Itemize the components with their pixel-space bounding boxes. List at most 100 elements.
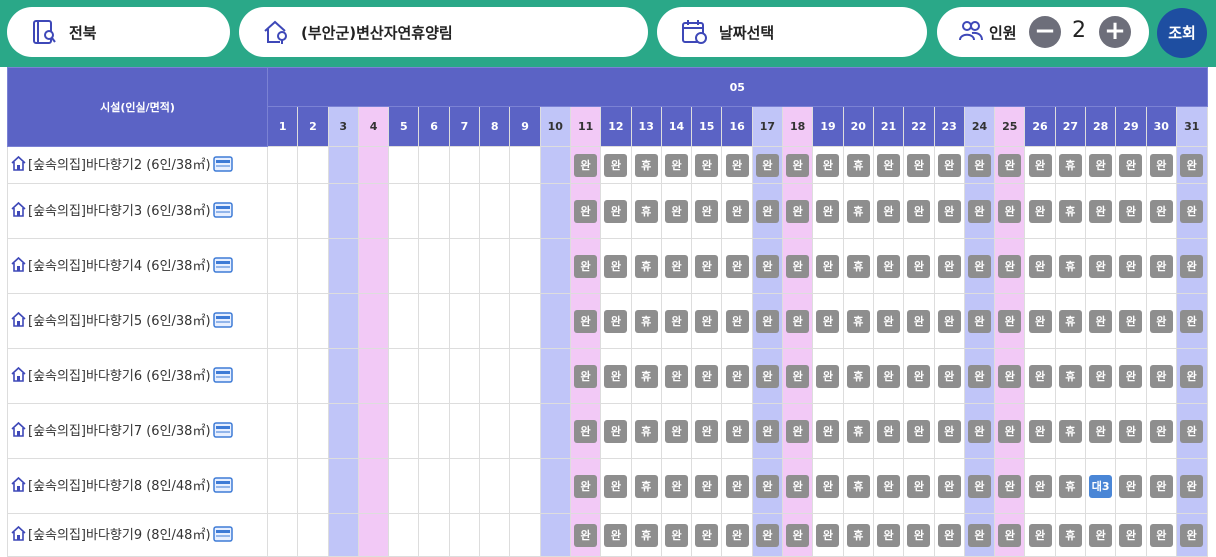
facility-name[interactable]: [숲속의집]바다향기7 (6인/38㎡) bbox=[28, 424, 211, 439]
day-cell bbox=[448, 146, 481, 184]
people-count: 2 bbox=[1072, 18, 1086, 43]
facility-name-cell: [숲속의집]바다향기7 (6인/38㎡) bbox=[7, 403, 268, 459]
status-badge: 완 bbox=[695, 153, 719, 177]
status-badge: 완 bbox=[967, 419, 991, 443]
day-cell bbox=[479, 513, 511, 557]
status-badge: 완 bbox=[998, 419, 1022, 443]
region-select[interactable]: 전북 bbox=[7, 7, 230, 57]
day-cell bbox=[479, 146, 511, 184]
day-cell: 완 bbox=[569, 183, 602, 239]
day-cell: 대3 bbox=[1085, 458, 1117, 514]
status-badge: 완 bbox=[695, 419, 719, 443]
monitor-icon[interactable] bbox=[212, 366, 233, 387]
monitor-icon[interactable] bbox=[212, 155, 233, 176]
day-cell bbox=[357, 183, 390, 239]
status-badge: 완 bbox=[1119, 419, 1143, 443]
status-badge: 완 bbox=[907, 153, 931, 177]
day-header: 4 bbox=[357, 106, 390, 147]
status-badge: 휴 bbox=[846, 199, 870, 223]
status-badge: 완 bbox=[1119, 254, 1143, 278]
day-cell bbox=[539, 146, 571, 184]
facility-name-cell: [숲속의집]바다향기3 (6인/38㎡) bbox=[7, 183, 268, 239]
status-badge: 완 bbox=[755, 419, 779, 443]
monitor-icon[interactable] bbox=[212, 421, 233, 442]
day-cell: 완 bbox=[691, 403, 723, 459]
facility-name[interactable]: [숲속의집]바다향기5 (6인/38㎡) bbox=[28, 314, 211, 329]
monitor-icon[interactable] bbox=[212, 201, 233, 222]
day-header: 1 bbox=[266, 106, 299, 147]
status-badge: 휴 bbox=[846, 474, 870, 498]
day-header: 19 bbox=[812, 106, 844, 147]
day-cell: 완 bbox=[903, 513, 935, 557]
day-cell: 완 bbox=[751, 403, 784, 459]
day-cell bbox=[388, 458, 420, 514]
day-cell bbox=[297, 293, 329, 349]
status-badge: 휴 bbox=[1058, 254, 1082, 278]
day-cell bbox=[357, 293, 390, 349]
house-pin-icon bbox=[261, 17, 291, 47]
status-badge: 완 bbox=[1149, 419, 1173, 443]
status-badge: 완 bbox=[967, 199, 991, 223]
status-badge: 완 bbox=[877, 419, 901, 443]
search-button[interactable]: 조회 bbox=[1157, 8, 1207, 58]
day-cell: 휴 bbox=[630, 238, 662, 294]
house-icon bbox=[10, 476, 27, 497]
day-cell: 휴 bbox=[1054, 293, 1087, 349]
day-cell: 휴 bbox=[842, 183, 874, 239]
facility-name[interactable]: [숲속의집]바다향기8 (8인/48㎡) bbox=[28, 479, 211, 494]
day-cell: 휴 bbox=[630, 458, 662, 514]
status-badge: 완 bbox=[967, 364, 991, 388]
day-cell: 완 bbox=[1175, 238, 1208, 294]
day-cell bbox=[418, 348, 450, 404]
monitor-icon[interactable] bbox=[212, 476, 233, 497]
day-cell bbox=[448, 183, 481, 239]
status-badge: 완 bbox=[755, 199, 779, 223]
status-badge: 완 bbox=[1028, 199, 1052, 223]
facility-name[interactable]: [숲속의집]바다향기3 (6인/38㎡) bbox=[28, 204, 211, 219]
monitor-icon[interactable] bbox=[212, 311, 233, 332]
status-badge: 완 bbox=[604, 419, 628, 443]
minus-button[interactable]: − bbox=[1029, 16, 1061, 48]
day-cell: 완 bbox=[600, 513, 632, 557]
facility-name[interactable]: [숲속의집]바다향기2 (6인/38㎡) bbox=[28, 158, 211, 173]
available-badge[interactable]: 대3 bbox=[1089, 474, 1113, 498]
status-badge: 완 bbox=[1149, 474, 1173, 498]
status-badge: 휴 bbox=[1058, 474, 1082, 498]
status-badge: 완 bbox=[1089, 254, 1113, 278]
plus-button[interactable]: + bbox=[1099, 16, 1131, 48]
day-cell bbox=[418, 146, 450, 184]
day-header: 11 bbox=[569, 106, 602, 147]
facility-name[interactable]: [숲속의집]바다향기9 (8인/48㎡) bbox=[28, 528, 211, 543]
day-cell: 완 bbox=[994, 293, 1026, 349]
status-badge: 완 bbox=[937, 523, 961, 547]
facility-name[interactable]: [숲속의집]바다향기6 (6인/38㎡) bbox=[28, 369, 211, 384]
day-cell bbox=[509, 513, 541, 557]
day-cell: 휴 bbox=[842, 238, 874, 294]
status-badge: 완 bbox=[665, 419, 688, 443]
status-badge: 완 bbox=[937, 474, 961, 498]
day-cell bbox=[297, 458, 329, 514]
day-cell: 완 bbox=[751, 293, 784, 349]
status-badge: 완 bbox=[1089, 309, 1113, 333]
status-badge: 완 bbox=[1149, 254, 1173, 278]
date-select[interactable]: 날짜선택 bbox=[657, 7, 927, 57]
facility-name[interactable]: [숲속의집]바다향기4 (6인/38㎡) bbox=[28, 259, 211, 274]
day-header: 21 bbox=[872, 106, 905, 147]
day-cell: 완 bbox=[994, 146, 1026, 184]
facility-select[interactable]: (부안군)변산자연휴양림 bbox=[239, 7, 648, 57]
day-cell bbox=[266, 458, 299, 514]
day-header: 29 bbox=[1115, 106, 1147, 147]
status-badge: 완 bbox=[665, 523, 688, 547]
day-header: 8 bbox=[479, 106, 511, 147]
monitor-icon[interactable] bbox=[212, 256, 233, 277]
monitor-icon[interactable] bbox=[212, 525, 233, 546]
day-cell bbox=[509, 146, 541, 184]
day-cell: 완 bbox=[1115, 183, 1147, 239]
status-badge: 완 bbox=[725, 199, 749, 223]
day-cell: 완 bbox=[963, 348, 996, 404]
day-cell: 완 bbox=[600, 183, 632, 239]
day-cell bbox=[297, 146, 329, 184]
day-cell: 완 bbox=[903, 403, 935, 459]
table-row: [숲속의집]바다향기7 (6인/38㎡) 완 완 휴 완 완 완 완 완 완 휴 완 완 완 완 완 완 휴 완 완 완… bbox=[7, 403, 1208, 459]
day-cell: 완 bbox=[1145, 348, 1177, 404]
